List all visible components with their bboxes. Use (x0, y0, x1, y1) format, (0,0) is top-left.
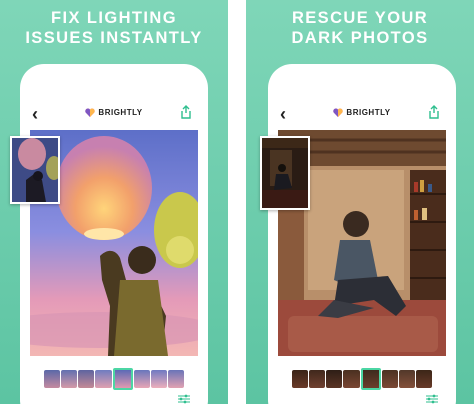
filter-thumbnail-selected[interactable] (112, 368, 133, 390)
filter-thumbnail[interactable] (167, 370, 184, 388)
filter-thumbnail[interactable] (343, 370, 360, 388)
adjustments-icon[interactable] (178, 394, 190, 404)
filter-thumbnail[interactable] (78, 370, 95, 388)
filter-thumbnail[interactable] (415, 370, 432, 388)
filter-thumbnail[interactable] (292, 370, 309, 388)
app-bar: ‹ BRIGHTLY (20, 104, 208, 126)
headline-line-2: ISSUES INSTANTLY (25, 29, 203, 47)
before-thumbnail (10, 136, 60, 204)
filter-thumbnail[interactable] (95, 370, 112, 388)
filter-thumbnail-selected[interactable] (360, 368, 381, 390)
filter-thumbnail[interactable] (398, 370, 415, 388)
heart-logo-icon (333, 108, 344, 118)
brand-name: BRIGHTLY (346, 108, 391, 117)
filter-thumbnail[interactable] (309, 370, 326, 388)
headline: FIX LIGHTING ISSUES INSTANTLY (0, 8, 228, 48)
filter-thumbnail[interactable] (150, 370, 167, 388)
phone-frame: ‹ BRIGHTLY (260, 64, 456, 404)
headline-line-1: RESCUE YOUR (291, 9, 429, 27)
app-bar: ‹ BRIGHTLY (268, 104, 456, 126)
filter-strip (44, 368, 184, 390)
screenshot-panel-right: RESCUE YOUR DARK PHOTOS ‹ BRIGHTLY (246, 0, 474, 404)
adjustments-icon[interactable] (426, 394, 438, 404)
filter-thumbnail[interactable] (326, 370, 343, 388)
headline: RESCUE YOUR DARK PHOTOS (246, 8, 474, 48)
brand-name: BRIGHTLY (98, 108, 143, 117)
filter-thumbnail[interactable] (61, 370, 78, 388)
headline-line-2: DARK PHOTOS (291, 29, 429, 47)
filter-strip (292, 368, 432, 390)
filter-thumbnail[interactable] (381, 370, 398, 388)
share-icon[interactable] (428, 105, 440, 119)
filter-thumbnail[interactable] (133, 370, 150, 388)
before-thumbnail (260, 136, 310, 210)
phone-frame: ‹ BRIGHTLY (10, 64, 208, 404)
heart-logo-icon (85, 108, 96, 118)
share-icon[interactable] (180, 105, 192, 119)
filter-thumbnail[interactable] (44, 370, 61, 388)
screenshot-panel-left: FIX LIGHTING ISSUES INSTANTLY ‹ BRIGHTLY (0, 0, 228, 404)
headline-line-1: FIX LIGHTING (51, 9, 177, 27)
